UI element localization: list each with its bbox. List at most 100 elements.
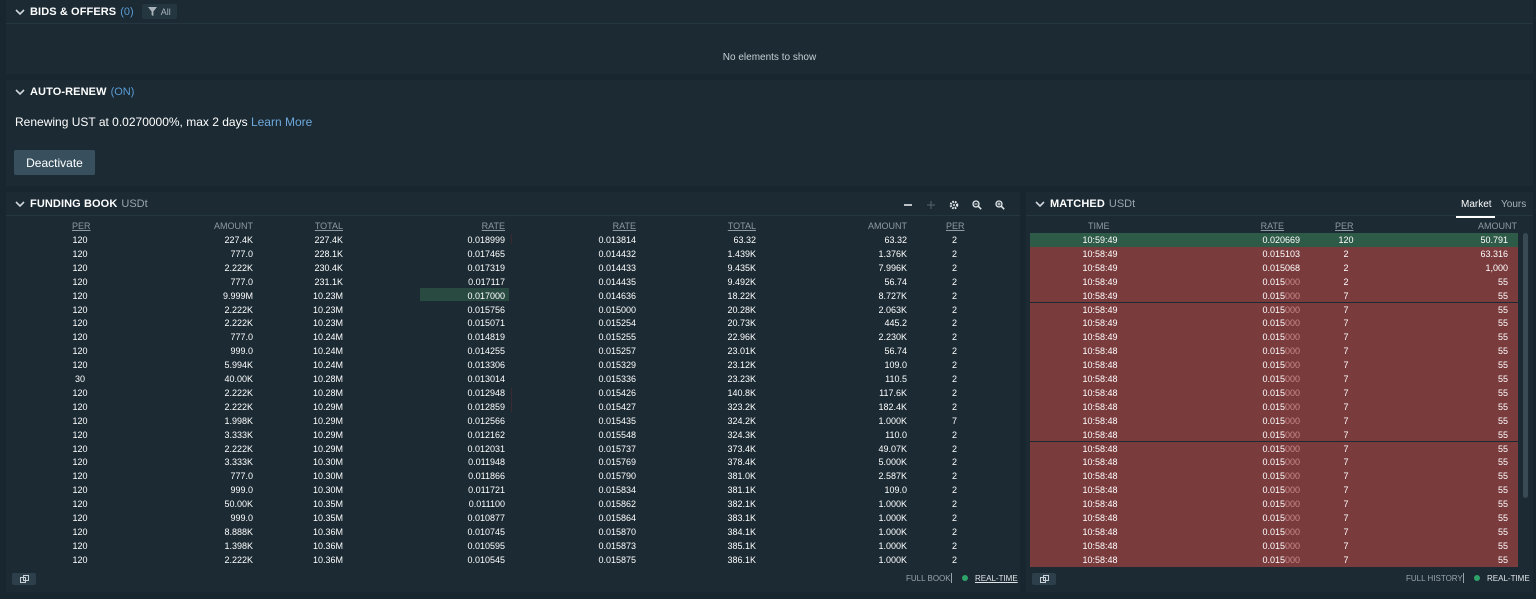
trade-amount: 55 (1497, 513, 1508, 523)
bid-row[interactable]: 120 9.999M 10.23M 0.017000 (0, 289, 512, 303)
zoom-in-icon[interactable] (993, 198, 1007, 212)
bid-row[interactable]: 120 8.888K 10.36M 0.010745 (0, 525, 512, 539)
tab-market[interactable]: Market (1461, 199, 1492, 210)
ask-row[interactable]: 0.015834 381.1K 109.0 2 (512, 483, 1012, 497)
scrollbar[interactable] (1523, 233, 1528, 498)
ask-row[interactable]: 0.015426 140.8K 117.6K 2 (512, 386, 1012, 400)
chevron-down-icon[interactable] (14, 198, 26, 210)
bid-row[interactable]: 120 999.0 10.30M 0.011721 (0, 483, 512, 497)
filter-button[interactable]: All (141, 4, 177, 19)
filter-label: All (160, 6, 171, 17)
ask-row[interactable]: 0.015435 324.2K 1.000K 7 (512, 414, 1012, 428)
bid-row[interactable]: 120 3.333K 10.29M 0.012162 (0, 428, 512, 442)
ask-amount: 56.74 (884, 276, 907, 287)
bid-row[interactable]: 120 2.222K 10.29M 0.012031 (0, 442, 512, 456)
ask-row[interactable]: 0.015548 324.3K 110.0 2 (512, 428, 1012, 442)
chevron-down-icon[interactable] (14, 86, 26, 98)
bid-row[interactable]: 120 2.222K 10.23M 0.015756 (0, 303, 512, 317)
realtime-link[interactable]: REAL-TIME (975, 574, 1018, 583)
ask-row[interactable]: 0.015790 381.0K 2.587K 2 (512, 469, 1012, 483)
bid-rate: 0.011866 (468, 471, 505, 482)
bid-row[interactable]: 120 2.222K 230.4K 0.017319 (0, 261, 512, 275)
popout-button[interactable] (1032, 573, 1056, 585)
deactivate-button[interactable]: Deactivate (14, 150, 95, 175)
ask-row[interactable]: 0.015000 20.28K 2.063K 2 (512, 303, 1012, 317)
popout-button[interactable] (12, 573, 36, 585)
auto-renew-header[interactable]: AUTO-RENEW (ON) (6, 80, 1533, 104)
learn-more-link[interactable]: Learn More (251, 115, 312, 129)
full-book-link[interactable]: FULL BOOK (906, 574, 951, 583)
trade-amount: 55 (1497, 304, 1508, 315)
matched-header[interactable]: MATCHED USDt (1026, 192, 1533, 216)
bids-offers-header[interactable]: BIDS & OFFERS (0) All (6, 0, 1533, 24)
ask-header-per[interactable]: PER (946, 221, 965, 231)
bid-row[interactable]: 120 999.0 10.35M 0.010877 (0, 511, 512, 525)
bid-amount: 2.222K (224, 387, 253, 398)
plus-icon[interactable] (924, 198, 938, 212)
bid-row[interactable]: 120 2.222K 10.29M 0.012859 (0, 400, 512, 414)
chevron-down-icon[interactable] (1034, 198, 1046, 210)
chevron-down-icon[interactable] (14, 6, 26, 18)
bid-rate: 0.014255 (467, 346, 505, 357)
ask-row[interactable]: 0.013814 63.32 63.32 2 (512, 233, 1012, 247)
bid-header-rate[interactable]: RATE (455, 221, 505, 231)
matched-header-per[interactable]: PER (1335, 221, 1354, 231)
ask-row[interactable]: 0.015769 378.4K 5.000K 2 (512, 455, 1012, 469)
bid-row[interactable]: 120 227.4K 227.4K 0.018999 (0, 233, 512, 247)
ask-row[interactable]: 0.015737 373.4K 49.07K 2 (512, 442, 1012, 456)
bid-row[interactable]: 120 777.0 10.30M 0.011866 (0, 469, 512, 483)
ask-row[interactable]: 0.015329 23.12K 109.0 2 (512, 358, 1012, 372)
trade-time: 10:58:48 (1082, 360, 1118, 371)
trade-row: 10:58:49 0.015000 7 55 (1030, 316, 1518, 331)
trade-amount: 55 (1497, 499, 1508, 510)
bid-row[interactable]: 120 3.333K 10.30M 0.011948 (0, 455, 512, 469)
zoom-out-icon[interactable] (970, 198, 984, 212)
trade-time: 10:58:48 (1082, 401, 1118, 412)
ask-row[interactable]: 0.014636 18.22K 8.727K 2 (512, 289, 1012, 303)
ask-row[interactable]: 0.015427 323.2K 182.4K 2 (512, 400, 1012, 414)
ask-row[interactable]: 0.015255 22.96K 2.230K 2 (512, 330, 1012, 344)
tab-yours[interactable]: Yours (1501, 199, 1526, 210)
bid-row[interactable]: 120 1.998K 10.29M 0.012566 (0, 414, 512, 428)
realtime-label[interactable]: REAL-TIME (1487, 574, 1530, 583)
bid-per: 120 (72, 235, 88, 245)
ask-row[interactable]: 0.014435 9.492K 56.74 2 (512, 275, 1012, 289)
bid-row[interactable]: 120 777.0 231.1K 0.017117 (0, 275, 512, 289)
bid-total: 10.35M (312, 499, 343, 510)
full-history-link[interactable]: FULL HISTORY (1406, 574, 1463, 583)
bid-rate: 0.012566 (467, 415, 505, 426)
minus-icon[interactable] (901, 198, 915, 212)
bid-amount: 5.994K (224, 360, 253, 371)
bid-row[interactable]: 120 50.00K 10.35M 0.011100 (0, 497, 512, 511)
bid-row[interactable]: 120 2.222K 10.23M 0.015071 (0, 316, 512, 330)
ask-row[interactable]: 0.015257 23.01K 56.74 2 (512, 344, 1012, 358)
trade-rate: 0.015000 (1230, 485, 1300, 495)
bid-row[interactable]: 120 777.0 228.1K 0.017465 (0, 247, 512, 261)
matched-header-rate[interactable]: RATE (1234, 221, 1284, 231)
bid-row[interactable]: 120 2.222K 10.28M 0.012948 (0, 386, 512, 400)
ask-row[interactable]: 0.015875 386.1K 1.000K 2 (512, 553, 1012, 567)
ask-row[interactable]: 0.015254 20.73K 445.2 2 (512, 316, 1012, 330)
ask-per: 2 (951, 360, 957, 371)
funding-book-header[interactable]: FUNDING BOOK USDt (6, 192, 1020, 216)
ask-row[interactable]: 0.015870 384.1K 1.000K 2 (512, 525, 1012, 539)
bid-row[interactable]: 30 40.00K 10.28M 0.013014 (0, 372, 512, 386)
ask-header-rate[interactable]: RATE (586, 221, 636, 231)
ask-row[interactable]: 0.015336 23.23K 110.5 2 (512, 372, 1012, 386)
ask-row[interactable]: 0.015864 383.1K 1.000K 2 (512, 511, 1012, 525)
bid-row[interactable]: 120 2.222K 10.36M 0.010545 (0, 553, 512, 567)
bid-row[interactable]: 120 1.398K 10.36M 0.010595 (0, 539, 512, 553)
ask-per: 2 (951, 540, 957, 551)
trade-rate-significant: 0.015 (1262, 429, 1285, 440)
bid-row[interactable]: 120 999.0 10.24M 0.014255 (0, 344, 512, 358)
bid-row[interactable]: 120 5.994K 10.24M 0.013306 (0, 358, 512, 372)
ask-row[interactable]: 0.015862 382.1K 1.000K 2 (512, 497, 1012, 511)
ask-header-total[interactable]: TOTAL (706, 221, 756, 231)
ask-row[interactable]: 0.015873 385.1K 1.000K 2 (512, 539, 1012, 553)
bid-header-per[interactable]: PER (72, 221, 91, 231)
ask-row[interactable]: 0.014432 1.439K 1.376K 2 (512, 247, 1012, 261)
ask-row[interactable]: 0.014433 9.435K 7.996K 2 (512, 261, 1012, 275)
bid-header-total[interactable]: TOTAL (293, 221, 343, 231)
gear-icon[interactable] (947, 198, 961, 212)
bid-row[interactable]: 120 777.0 10.24M 0.014819 (0, 330, 512, 344)
